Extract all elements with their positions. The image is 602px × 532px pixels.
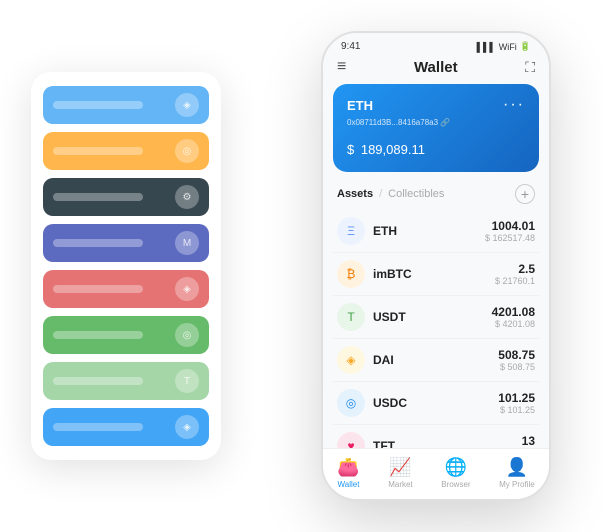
status-bar: 9:41 ▌▌▌ WiFi 🔋 bbox=[323, 33, 549, 54]
eth-symbol: ETH bbox=[347, 98, 373, 113]
eth-card[interactable]: ETH ··· 0x08711d3B...8416a78a3 🔗 $ 189,0… bbox=[333, 84, 539, 172]
asset-amount: 4201.08 bbox=[492, 305, 535, 319]
stack-card-7[interactable]: ◈ bbox=[43, 408, 209, 446]
phone-mockup: 9:41 ▌▌▌ WiFi 🔋 ≡ Wallet ⛶ ETH ··· 0x087… bbox=[321, 31, 551, 501]
card-icon: ◈ bbox=[175, 93, 199, 117]
card-line bbox=[53, 193, 143, 201]
card-icon: T bbox=[175, 369, 199, 393]
asset-item-eth[interactable]: Ξ ETH 1004.01 $ 162517.48 bbox=[333, 210, 539, 253]
asset-icon-imbtc: ₿ bbox=[337, 260, 365, 288]
asset-name: imBTC bbox=[373, 267, 495, 281]
nav-label: Market bbox=[388, 480, 412, 489]
asset-icon-usdt: T bbox=[337, 303, 365, 331]
card-line bbox=[53, 377, 143, 385]
stack-card-2[interactable]: ⚙ bbox=[43, 178, 209, 216]
asset-icon-dai: ◈ bbox=[337, 346, 365, 374]
wifi-icon: WiFi bbox=[499, 42, 517, 52]
card-icon: ⚙ bbox=[175, 185, 199, 209]
asset-usd: $ 162517.48 bbox=[485, 233, 535, 243]
nav-item-browser[interactable]: 🌐 Browser bbox=[441, 457, 470, 489]
battery-icon: 🔋 bbox=[520, 41, 531, 52]
asset-item-usdt[interactable]: T USDT 4201.08 $ 4201.08 bbox=[333, 296, 539, 339]
asset-item-tft[interactable]: ♥ TFT 13 0 bbox=[333, 425, 539, 448]
nav-icon: 👤 bbox=[506, 457, 528, 478]
asset-amount: 1004.01 bbox=[485, 219, 535, 233]
card-line bbox=[53, 423, 143, 431]
balance-prefix: $ bbox=[347, 142, 354, 157]
nav-icon: 👛 bbox=[337, 457, 359, 478]
asset-usd: $ 101.25 bbox=[498, 405, 535, 415]
asset-item-imbtc[interactable]: ₿ imBTC 2.5 $ 21760.1 bbox=[333, 253, 539, 296]
page-title: Wallet bbox=[414, 59, 458, 76]
card-line bbox=[53, 101, 143, 109]
asset-values: 2.5 $ 21760.1 bbox=[495, 262, 535, 286]
asset-usd: $ 4201.08 bbox=[492, 319, 535, 329]
nav-item-wallet[interactable]: 👛 Wallet bbox=[337, 457, 359, 489]
tab-assets[interactable]: Assets bbox=[337, 188, 373, 200]
card-stack: ◈ ◎ ⚙ M ◈ ◎ T ◈ bbox=[31, 72, 221, 460]
nav-item-market[interactable]: 📈 Market bbox=[388, 457, 412, 489]
nav-label: My Profile bbox=[499, 480, 535, 489]
menu-icon[interactable]: ≡ bbox=[337, 58, 346, 76]
asset-icon-tft: ♥ bbox=[337, 432, 365, 448]
card-icon: ◈ bbox=[175, 277, 199, 301]
asset-icon-eth: Ξ bbox=[337, 217, 365, 245]
asset-item-dai[interactable]: ◈ DAI 508.75 $ 508.75 bbox=[333, 339, 539, 382]
assets-header: Assets / Collectibles + bbox=[323, 180, 549, 210]
asset-usd: $ 508.75 bbox=[498, 362, 535, 372]
nav-icon: 🌐 bbox=[445, 457, 467, 478]
asset-amount: 508.75 bbox=[498, 348, 535, 362]
asset-name: USDT bbox=[373, 310, 492, 324]
card-line bbox=[53, 147, 143, 155]
stack-card-4[interactable]: ◈ bbox=[43, 270, 209, 308]
card-icon: M bbox=[175, 231, 199, 255]
stack-card-1[interactable]: ◎ bbox=[43, 132, 209, 170]
phone-header: ≡ Wallet ⛶ bbox=[323, 54, 549, 84]
card-icon: ◎ bbox=[175, 323, 199, 347]
stack-card-6[interactable]: T bbox=[43, 362, 209, 400]
asset-amount: 101.25 bbox=[498, 391, 535, 405]
asset-amount: 2.5 bbox=[495, 262, 535, 276]
asset-values: 1004.01 $ 162517.48 bbox=[485, 219, 535, 243]
nav-icon: 📈 bbox=[389, 457, 411, 478]
asset-name: TFT bbox=[373, 439, 522, 448]
asset-icon-usdc: ◎ bbox=[337, 389, 365, 417]
card-line bbox=[53, 285, 143, 293]
asset-item-usdc[interactable]: ◎ USDC 101.25 $ 101.25 bbox=[333, 382, 539, 425]
asset-values: 101.25 $ 101.25 bbox=[498, 391, 535, 415]
nav-label: Browser bbox=[441, 480, 470, 489]
card-line bbox=[53, 331, 143, 339]
signal-icon: ▌▌▌ bbox=[477, 42, 496, 52]
eth-balance: $ 189,089.11 bbox=[347, 137, 525, 160]
asset-values: 508.75 $ 508.75 bbox=[498, 348, 535, 372]
tab-collectibles[interactable]: Collectibles bbox=[388, 188, 444, 200]
card-icon: ◎ bbox=[175, 139, 199, 163]
stack-card-0[interactable]: ◈ bbox=[43, 86, 209, 124]
stack-card-3[interactable]: M bbox=[43, 224, 209, 262]
asset-values: 13 0 bbox=[522, 434, 535, 448]
eth-address: 0x08711d3B...8416a78a3 🔗 bbox=[347, 118, 525, 127]
card-line bbox=[53, 239, 143, 247]
asset-name: DAI bbox=[373, 353, 498, 367]
asset-list: Ξ ETH 1004.01 $ 162517.48 ₿ imBTC 2.5 $ … bbox=[323, 210, 549, 448]
nav-label: Wallet bbox=[338, 480, 360, 489]
nav-item-my-profile[interactable]: 👤 My Profile bbox=[499, 457, 535, 489]
asset-name: USDC bbox=[373, 396, 498, 410]
eth-more-icon[interactable]: ··· bbox=[503, 96, 525, 114]
bottom-nav: 👛 Wallet 📈 Market 🌐 Browser 👤 My Profile bbox=[323, 448, 549, 499]
card-icon: ◈ bbox=[175, 415, 199, 439]
asset-values: 4201.08 $ 4201.08 bbox=[492, 305, 535, 329]
status-time: 9:41 bbox=[341, 41, 360, 52]
expand-icon[interactable]: ⛶ bbox=[525, 59, 535, 76]
stack-card-5[interactable]: ◎ bbox=[43, 316, 209, 354]
add-asset-button[interactable]: + bbox=[515, 184, 535, 204]
balance-amount: 189,089.11 bbox=[357, 142, 425, 157]
asset-name: ETH bbox=[373, 224, 485, 238]
asset-usd: $ 21760.1 bbox=[495, 276, 535, 286]
asset-amount: 13 bbox=[522, 434, 535, 448]
